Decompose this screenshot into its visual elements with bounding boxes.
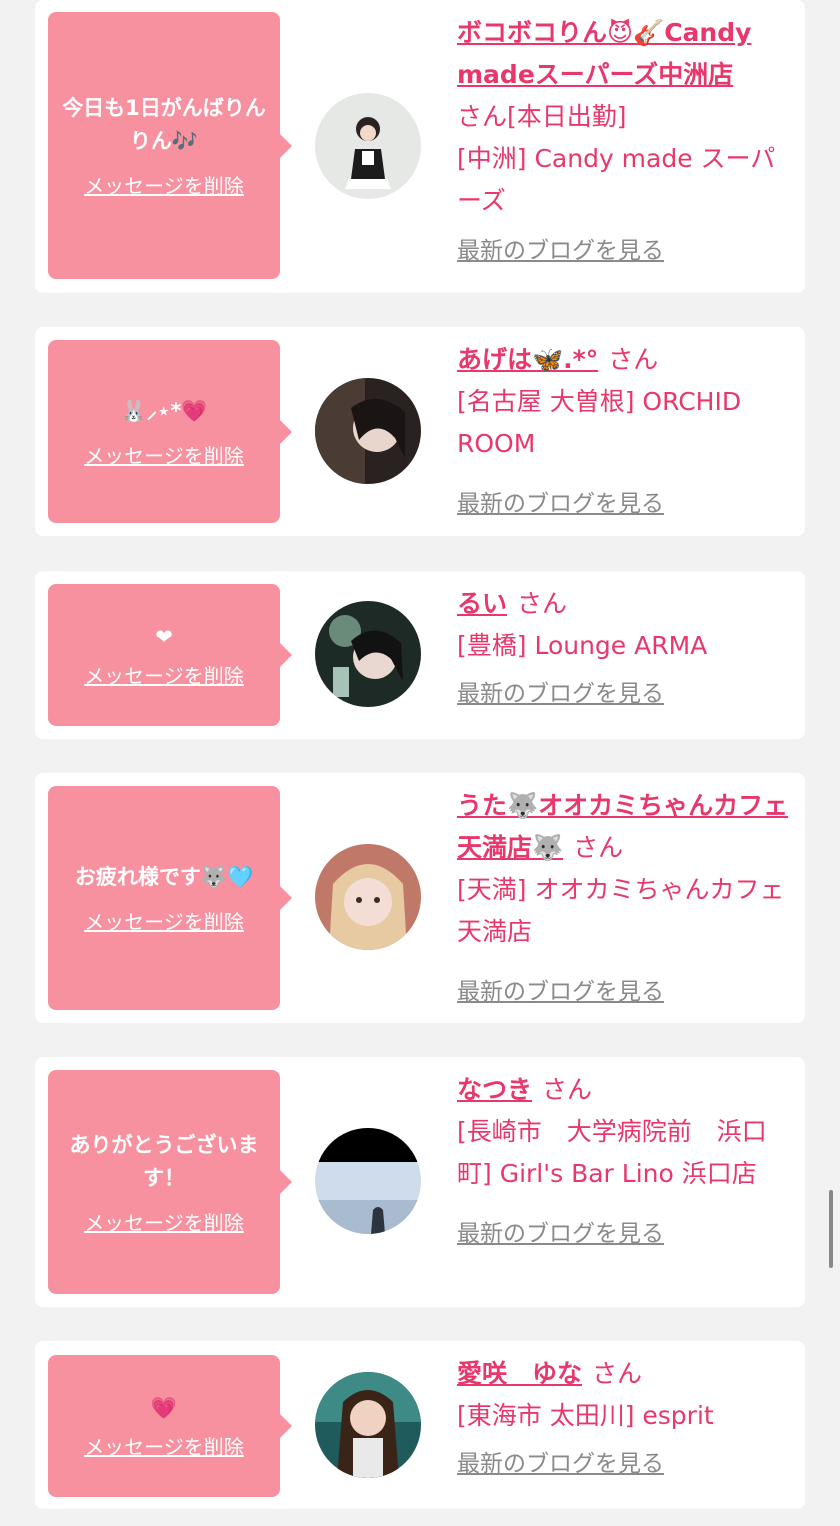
delete-message-link[interactable]: メッセージを削除 (84, 660, 244, 689)
delete-message-link[interactable]: メッセージを削除 (84, 170, 244, 199)
shop-label: [名古屋 大曽根] ORCHID ROOM (457, 387, 742, 458)
shop-label: [天満] オオカミちゃんカフェ天満店 (457, 875, 785, 946)
latest-blog-link[interactable]: 最新のブログを見る (457, 230, 792, 272)
status-label: [本日出勤] (507, 102, 627, 131)
message-bubble: 今日も1日がんばりんりん🎶 メッセージを削除 (48, 12, 292, 279)
sender-info: 愛咲 ゆな さん [東海市 太田川] esprit 最新のブログを見る (457, 1353, 792, 1485)
sender-info: ボコボコりん😈🎸Candy madeスーパーズ中洲店 さん[本日出勤] [中洲]… (457, 12, 792, 272)
shop-label: [中洲] Candy made スーパーズ (457, 144, 776, 215)
avatar[interactable] (315, 378, 421, 484)
delete-message-link[interactable]: メッセージを削除 (84, 1431, 244, 1460)
honorific: さん (517, 589, 568, 618)
sender-info: あげは🦋.*° さん [名古屋 大曽根] ORCHID ROOM 最新のブログを見… (457, 339, 792, 525)
message-bubble: お疲れ様です🐺🩵 メッセージを削除 (48, 786, 292, 1010)
shop-label: [豊橋] Lounge ARMA (457, 631, 708, 660)
honorific: さん (573, 833, 624, 862)
honorific: さん (542, 1075, 593, 1104)
honorific: さん (592, 1359, 643, 1388)
message-text: ❤ (155, 625, 173, 649)
shop-label: [東海市 太田川] esprit (457, 1401, 714, 1430)
message-card: 💗 メッセージを削除 愛咲 ゆな さん [東海市 太田川] esprit 最新のブ… (35, 1341, 805, 1509)
message-text: 今日も1日がんばりんりん🎶 (62, 96, 266, 153)
message-card: お疲れ様です🐺🩵 メッセージを削除 うた🐺オオカミちゃんカフェ天満店🐺 さん [天… (35, 773, 805, 1023)
avatar[interactable] (315, 1128, 421, 1234)
sender-info: なつき さん [長崎市 大学病院前 浜口町] Girl's Bar Lino 浜口… (457, 1069, 792, 1255)
honorific: さん (608, 345, 659, 374)
sender-name-link[interactable]: 愛咲 ゆな (457, 1359, 582, 1388)
sender-name-link[interactable]: あげは🦋.*° (457, 345, 598, 374)
sender-name-link[interactable]: ボコボコりん😈🎸Candy madeスーパーズ中洲店 (457, 18, 751, 89)
latest-blog-link[interactable]: 最新のブログを見る (457, 971, 792, 1013)
delete-message-link[interactable]: メッセージを削除 (84, 1207, 244, 1236)
message-text: ありがとうございます！ (69, 1132, 259, 1190)
message-card: 今日も1日がんばりんりん🎶 メッセージを削除 ボコボコりん😈🎸Candy mad… (35, 0, 805, 293)
latest-blog-link[interactable]: 最新のブログを見る (457, 483, 792, 525)
delete-message-link[interactable]: メッセージを削除 (84, 440, 244, 469)
honorific: さん (457, 102, 508, 131)
message-bubble: ありがとうございます！ メッセージを削除 (48, 1070, 292, 1294)
message-card: ❤ メッセージを削除 るい さん [豊橋] Lounge ARMA 最新のブログを… (35, 571, 805, 739)
avatar[interactable] (315, 93, 421, 199)
message-bubble: ❤ メッセージを削除 (48, 584, 292, 726)
message-bubble: 💗 メッセージを削除 (48, 1355, 292, 1497)
message-text: 🐰⸝⋆*💗 (120, 398, 208, 423)
sender-name-link[interactable]: るい (457, 589, 507, 618)
message-text: 💗 (150, 1396, 178, 1420)
latest-blog-link[interactable]: 最新のブログを見る (457, 673, 792, 715)
sender-info: うた🐺オオカミちゃんカフェ天満店🐺 さん [天満] オオカミちゃんカフェ天満店 最… (457, 785, 792, 1013)
delete-message-link[interactable]: メッセージを削除 (84, 906, 244, 935)
sender-info: るい さん [豊橋] Lounge ARMA 最新のブログを見る (457, 583, 792, 715)
message-card: ありがとうございます！ メッセージを削除 なつき さん [長崎市 大学病院前 浜口… (35, 1057, 805, 1307)
avatar[interactable] (315, 1372, 421, 1478)
scrollbar[interactable] (829, 1190, 833, 1268)
message-text: お疲れ様です🐺🩵 (74, 865, 254, 889)
message-card: 🐰⸝⋆*💗 メッセージを削除 あげは🦋.*° さん [名古屋 大曽根] ORCHI… (35, 327, 805, 536)
message-bubble: 🐰⸝⋆*💗 メッセージを削除 (48, 340, 292, 523)
latest-blog-link[interactable]: 最新のブログを見る (457, 1213, 792, 1255)
avatar[interactable] (315, 844, 421, 950)
sender-name-link[interactable]: なつき (457, 1075, 532, 1104)
latest-blog-link[interactable]: 最新のブログを見る (457, 1443, 792, 1485)
avatar[interactable] (315, 601, 421, 707)
shop-label: [長崎市 大学病院前 浜口町] Girl's Bar Lino 浜口店 (457, 1117, 767, 1188)
